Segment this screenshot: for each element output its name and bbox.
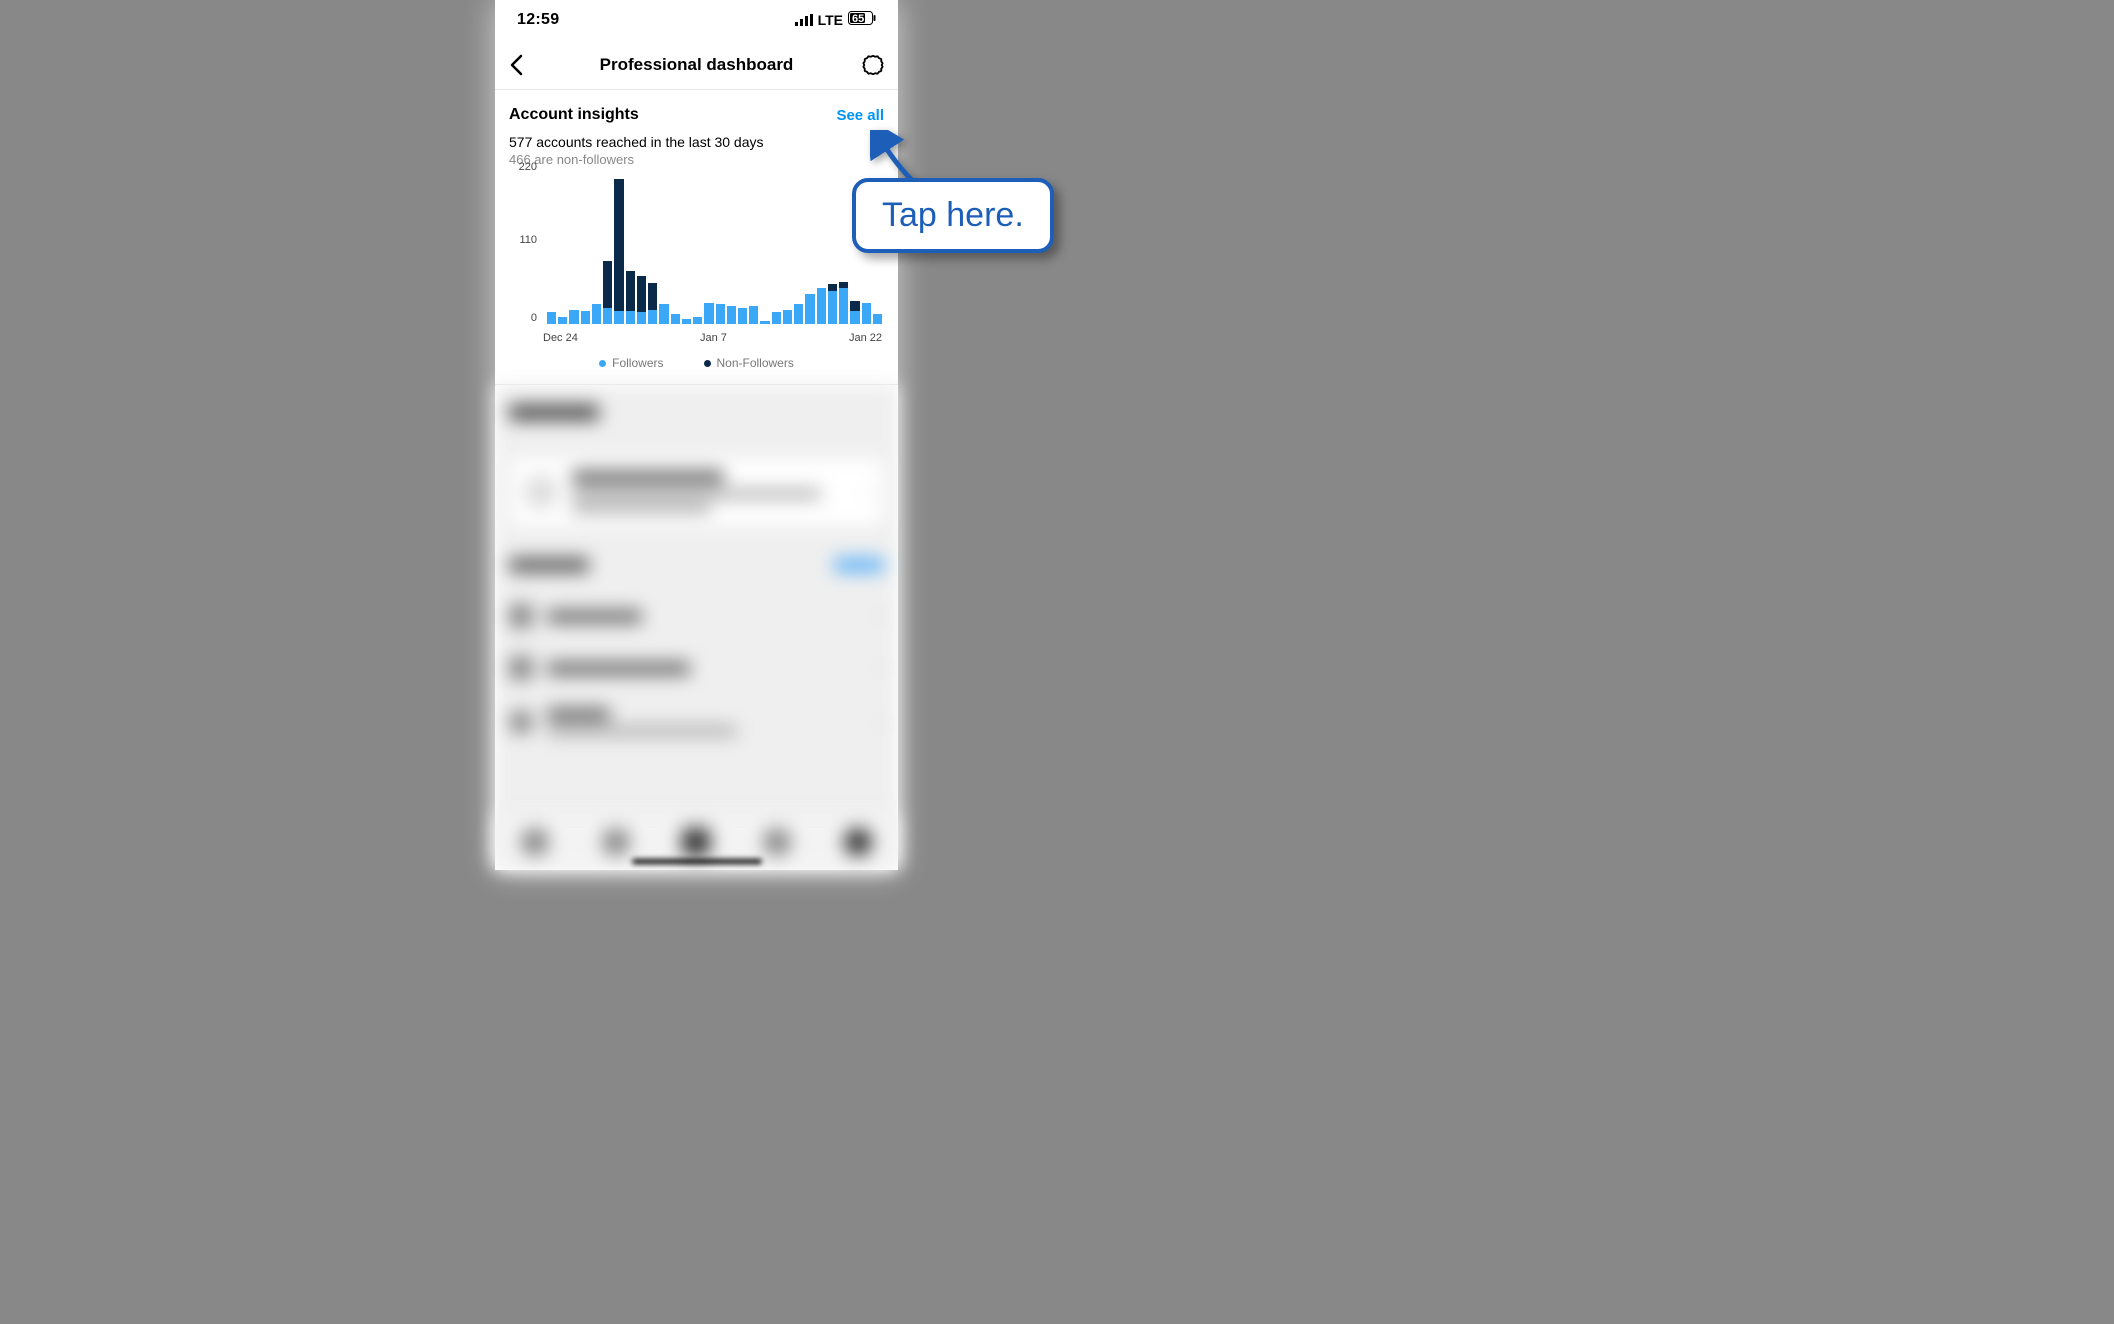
chart-bar: [637, 276, 646, 324]
chart-bar: [693, 317, 702, 324]
chart-bar: [817, 288, 826, 324]
chart-bar: [727, 306, 736, 324]
status-bar: 12:59 LTE 65: [495, 0, 898, 40]
x-tick-label: Dec 24: [543, 332, 578, 344]
chart-bar: [581, 311, 590, 324]
reach-chart: 0110220: [509, 179, 884, 324]
cellular-signal-icon: [795, 14, 813, 26]
settings-button[interactable]: [854, 54, 884, 76]
network-label: LTE: [818, 12, 843, 28]
home-indicator: [632, 859, 762, 864]
legend-followers-label: Followers: [612, 356, 663, 370]
chart-bar: [682, 319, 691, 324]
see-all-link[interactable]: See all: [836, 107, 884, 124]
gear-icon: [862, 54, 884, 76]
page-title: Professional dashboard: [600, 55, 794, 75]
dot-icon: [599, 360, 606, 367]
chart-bar: [614, 179, 623, 324]
chart-bar: [783, 310, 792, 325]
legend-followers: Followers: [599, 356, 663, 370]
legend-non-followers: Non-Followers: [704, 356, 794, 370]
reach-summary: 577 accounts reached in the last 30 days: [509, 134, 884, 150]
account-insights-card: Account insights See all 577 accounts re…: [495, 90, 898, 385]
chart-bar: [671, 314, 680, 324]
chart-bar: [716, 304, 725, 324]
chart-bar: [648, 283, 657, 324]
chart-bar: [862, 303, 871, 324]
phone-screen: 12:59 LTE 65 Professional dashboard: [495, 0, 898, 870]
chart-bar: [805, 294, 814, 324]
dot-icon: [704, 360, 711, 367]
back-button[interactable]: [509, 54, 539, 76]
nav-header: Professional dashboard: [495, 40, 898, 90]
chevron-left-icon: [509, 54, 523, 76]
status-time: 12:59: [517, 11, 559, 29]
x-tick-label: Jan 22: [849, 332, 882, 344]
chart-bar: [760, 321, 769, 324]
chart-bar: [603, 261, 612, 324]
callout-annotation: Tap here.: [852, 178, 1054, 253]
chart-bar: [749, 306, 758, 324]
chart-bar: [839, 282, 848, 324]
chart-bar: [592, 304, 601, 324]
chart-bar: [626, 271, 635, 324]
status-indicators: LTE 65: [795, 11, 876, 30]
insights-title: Account insights: [509, 106, 639, 124]
chart-bar: [772, 312, 781, 324]
legend-non-followers-label: Non-Followers: [717, 356, 794, 370]
chart-bar: [547, 312, 556, 324]
chart-bar: [850, 301, 859, 324]
nonfollowers-summary: 466 are non-followers: [509, 152, 884, 167]
chart-x-axis: Dec 24 Jan 7 Jan 22: [543, 332, 884, 344]
chart-bar: [558, 317, 567, 324]
callout-text: Tap here.: [882, 196, 1024, 235]
chart-bar: [738, 308, 747, 324]
battery-percent: 65: [852, 13, 864, 25]
blurred-content: › › › ›: [495, 385, 898, 865]
chart-y-axis: 0110220: [509, 179, 543, 324]
chart-bar: [794, 304, 803, 324]
chart-bar: [659, 304, 668, 324]
battery-icon: 65: [848, 11, 876, 30]
chart-bars: [543, 179, 884, 324]
x-tick-label: Jan 7: [700, 332, 727, 344]
chart-bar: [704, 303, 713, 324]
chart-bar: [873, 314, 882, 324]
chart-legend: Followers Non-Followers: [509, 356, 884, 370]
chart-bar: [828, 284, 837, 324]
chart-bar: [569, 310, 578, 325]
